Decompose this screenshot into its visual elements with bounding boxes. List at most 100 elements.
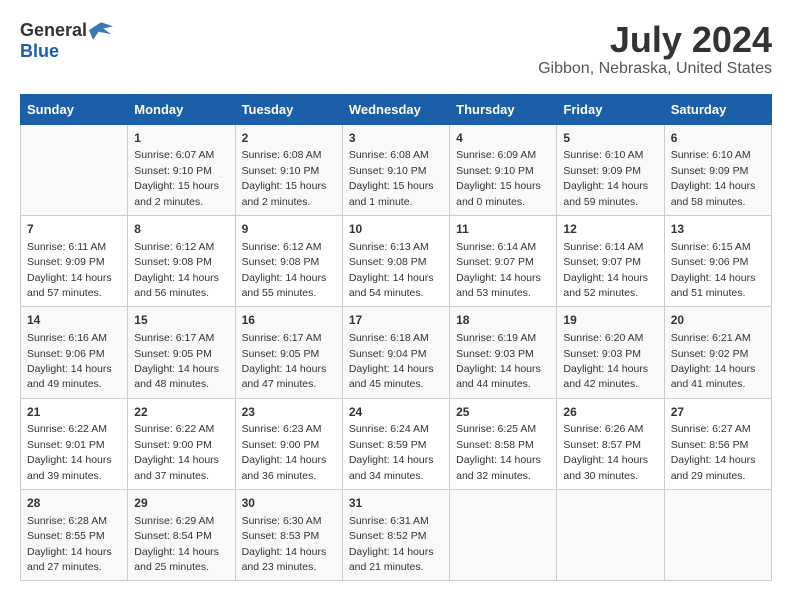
calendar-day-header: Sunday: [21, 94, 128, 124]
calendar-week-row: 7Sunrise: 6:11 AM Sunset: 9:09 PM Daylig…: [21, 215, 772, 306]
day-number: 3: [349, 130, 443, 147]
calendar-cell: 1Sunrise: 6:07 AM Sunset: 9:10 PM Daylig…: [128, 124, 235, 215]
calendar-cell: 12 Sunrise: 6:14 AM Sunset: 9:07 PM Dayli…: [557, 215, 664, 306]
calendar-cell: 15Sunrise: 6:17 AM Sunset: 9:05 PM Dayli…: [128, 307, 235, 398]
day-detail: Sunrise: 6:22 AM Sunset: 9:00 PM Dayligh…: [134, 423, 219, 481]
logo: General Blue: [20, 20, 113, 62]
calendar-cell: 6 Sunrise: 6:10 AM Sunset: 9:09 PM Daylig…: [664, 124, 771, 215]
calendar-header-row: SundayMondayTuesdayWednesdayThursdayFrid…: [21, 94, 772, 124]
day-detail: Sunrise: 6:11 AM Sunset: 9:09 PM Dayligh…: [27, 241, 112, 299]
day-detail: Sunrise: 6:10 AM Sunset: 9:09 PM Dayligh…: [563, 149, 648, 207]
calendar-cell: 21Sunrise: 6:22 AM Sunset: 9:01 PM Dayli…: [21, 398, 128, 489]
day-number: 19: [563, 312, 657, 329]
day-detail: Sunrise: 6:20 AM Sunset: 9:03 PM Dayligh…: [563, 332, 648, 390]
day-number: 12: [563, 221, 657, 238]
calendar-cell: 20 Sunrise: 6:21 AM Sunset: 9:02 PM Dayli…: [664, 307, 771, 398]
calendar-title: July 2024: [538, 20, 772, 60]
calendar-day-header: Wednesday: [342, 94, 449, 124]
calendar-cell: 2 Sunrise: 6:08 AM Sunset: 9:10 PM Daylig…: [235, 124, 342, 215]
day-detail: Sunrise: 6:12 AM Sunset: 9:08 PM Dayligh…: [134, 241, 219, 299]
day-number: 4: [456, 130, 550, 147]
calendar-day-header: Tuesday: [235, 94, 342, 124]
day-detail: Sunrise: 6:31 AM Sunset: 8:52 PM Dayligh…: [349, 515, 434, 573]
day-detail: Sunrise: 6:13 AM Sunset: 9:08 PM Dayligh…: [349, 241, 434, 299]
calendar-cell: 9Sunrise: 6:12 AM Sunset: 9:08 PM Daylig…: [235, 215, 342, 306]
day-number: 20: [671, 312, 765, 329]
day-number: 1: [134, 130, 228, 147]
day-detail: Sunrise: 6:28 AM Sunset: 8:55 PM Dayligh…: [27, 515, 112, 573]
day-number: 22: [134, 404, 228, 421]
day-detail: Sunrise: 6:19 AM Sunset: 9:03 PM Dayligh…: [456, 332, 541, 390]
title-area: July 2024 Gibbon, Nebraska, United State…: [538, 20, 772, 78]
day-number: 8: [134, 221, 228, 238]
day-number: 23: [242, 404, 336, 421]
calendar-cell: 3Sunrise: 6:08 AM Sunset: 9:10 PM Daylig…: [342, 124, 449, 215]
calendar-cell: 30 Sunrise: 6:30 AM Sunset: 8:53 PM Dayli…: [235, 490, 342, 581]
calendar-day-header: Thursday: [450, 94, 557, 124]
calendar-week-row: 1Sunrise: 6:07 AM Sunset: 9:10 PM Daylig…: [21, 124, 772, 215]
calendar-cell: 7Sunrise: 6:11 AM Sunset: 9:09 PM Daylig…: [21, 215, 128, 306]
calendar-week-row: 14Sunrise: 6:16 AM Sunset: 9:06 PM Dayli…: [21, 307, 772, 398]
calendar-cell: 13Sunrise: 6:15 AM Sunset: 9:06 PM Dayli…: [664, 215, 771, 306]
day-detail: Sunrise: 6:25 AM Sunset: 8:58 PM Dayligh…: [456, 423, 541, 481]
day-number: 13: [671, 221, 765, 238]
calendar-cell: 10 Sunrise: 6:13 AM Sunset: 9:08 PM Dayli…: [342, 215, 449, 306]
day-number: 10: [349, 221, 443, 238]
day-number: 5: [563, 130, 657, 147]
calendar-day-header: Monday: [128, 94, 235, 124]
day-detail: Sunrise: 6:14 AM Sunset: 9:07 PM Dayligh…: [456, 241, 541, 299]
day-detail: Sunrise: 6:12 AM Sunset: 9:08 PM Dayligh…: [242, 241, 327, 299]
day-detail: Sunrise: 6:10 AM Sunset: 9:09 PM Dayligh…: [671, 149, 756, 207]
day-number: 28: [27, 495, 121, 512]
calendar-cell: 27 Sunrise: 6:27 AM Sunset: 8:56 PM Dayli…: [664, 398, 771, 489]
day-number: 25: [456, 404, 550, 421]
calendar-cell: 25 Sunrise: 6:25 AM Sunset: 8:58 PM Dayli…: [450, 398, 557, 489]
day-detail: Sunrise: 6:08 AM Sunset: 9:10 PM Dayligh…: [242, 149, 327, 207]
calendar-cell: [557, 490, 664, 581]
day-number: 30: [242, 495, 336, 512]
calendar-cell: 24 Sunrise: 6:24 AM Sunset: 8:59 PM Dayli…: [342, 398, 449, 489]
day-detail: Sunrise: 6:14 AM Sunset: 9:07 PM Dayligh…: [563, 241, 648, 299]
day-number: 21: [27, 404, 121, 421]
day-detail: Sunrise: 6:16 AM Sunset: 9:06 PM Dayligh…: [27, 332, 112, 390]
day-detail: Sunrise: 6:21 AM Sunset: 9:02 PM Dayligh…: [671, 332, 756, 390]
day-detail: Sunrise: 6:29 AM Sunset: 8:54 PM Dayligh…: [134, 515, 219, 573]
calendar-cell: 28 Sunrise: 6:28 AM Sunset: 8:55 PM Dayli…: [21, 490, 128, 581]
calendar-cell: [450, 490, 557, 581]
calendar-cell: 11 Sunrise: 6:14 AM Sunset: 9:07 PM Dayli…: [450, 215, 557, 306]
calendar-cell: 26Sunrise: 6:26 AM Sunset: 8:57 PM Dayli…: [557, 398, 664, 489]
day-number: 11: [456, 221, 550, 238]
calendar-cell: 29 Sunrise: 6:29 AM Sunset: 8:54 PM Dayli…: [128, 490, 235, 581]
day-number: 31: [349, 495, 443, 512]
calendar-table: SundayMondayTuesdayWednesdayThursdayFrid…: [20, 94, 772, 582]
calendar-cell: 22 Sunrise: 6:22 AM Sunset: 9:00 PM Dayli…: [128, 398, 235, 489]
calendar-cell: 8 Sunrise: 6:12 AM Sunset: 9:08 PM Daylig…: [128, 215, 235, 306]
day-number: 16: [242, 312, 336, 329]
calendar-cell: [664, 490, 771, 581]
day-detail: Sunrise: 6:18 AM Sunset: 9:04 PM Dayligh…: [349, 332, 434, 390]
calendar-cell: 17Sunrise: 6:18 AM Sunset: 9:04 PM Dayli…: [342, 307, 449, 398]
logo-general-text: General: [20, 20, 87, 41]
day-number: 26: [563, 404, 657, 421]
day-number: 15: [134, 312, 228, 329]
day-number: 24: [349, 404, 443, 421]
day-detail: Sunrise: 6:27 AM Sunset: 8:56 PM Dayligh…: [671, 423, 756, 481]
day-detail: Sunrise: 6:24 AM Sunset: 8:59 PM Dayligh…: [349, 423, 434, 481]
calendar-subtitle: Gibbon, Nebraska, United States: [538, 60, 772, 78]
calendar-cell: 14Sunrise: 6:16 AM Sunset: 9:06 PM Dayli…: [21, 307, 128, 398]
calendar-day-header: Friday: [557, 94, 664, 124]
day-number: 29: [134, 495, 228, 512]
day-detail: Sunrise: 6:17 AM Sunset: 9:05 PM Dayligh…: [242, 332, 327, 390]
day-number: 27: [671, 404, 765, 421]
day-detail: Sunrise: 6:30 AM Sunset: 8:53 PM Dayligh…: [242, 515, 327, 573]
day-number: 18: [456, 312, 550, 329]
day-detail: Sunrise: 6:09 AM Sunset: 9:10 PM Dayligh…: [456, 149, 541, 207]
logo-blue-text: Blue: [20, 41, 59, 61]
calendar-cell: 18 Sunrise: 6:19 AM Sunset: 9:03 PM Dayli…: [450, 307, 557, 398]
calendar-cell: 5 Sunrise: 6:10 AM Sunset: 9:09 PM Daylig…: [557, 124, 664, 215]
day-number: 6: [671, 130, 765, 147]
calendar-cell: 4 Sunrise: 6:09 AM Sunset: 9:10 PM Daylig…: [450, 124, 557, 215]
calendar-cell: 19 Sunrise: 6:20 AM Sunset: 9:03 PM Dayli…: [557, 307, 664, 398]
calendar-cell: 16 Sunrise: 6:17 AM Sunset: 9:05 PM Dayli…: [235, 307, 342, 398]
day-number: 2: [242, 130, 336, 147]
